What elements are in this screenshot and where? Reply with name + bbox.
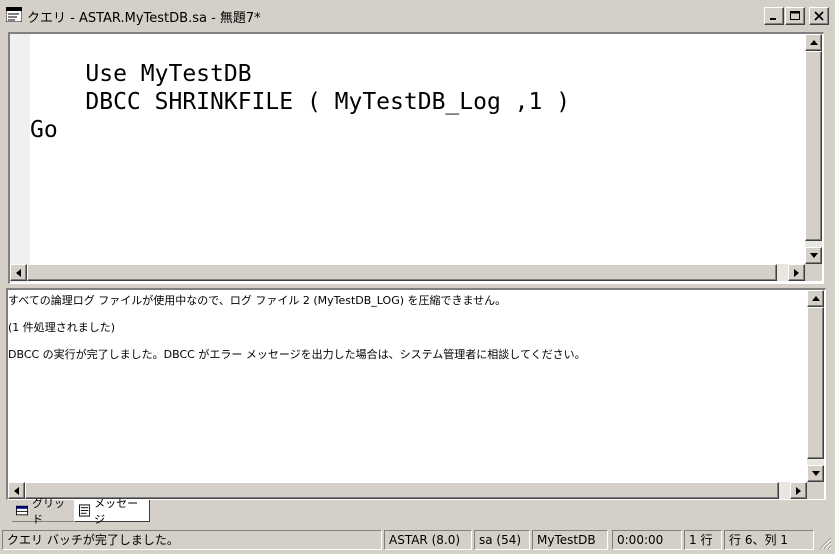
query-app-icon (6, 7, 22, 22)
window-title: クエリ - ASTAR.MyTestDB.sa - 無題7* (27, 11, 261, 26)
arrow-left-icon (14, 486, 19, 495)
scroll-left-button[interactable] (8, 482, 25, 499)
status-position: 行 6、列 1 (724, 530, 814, 550)
status-user: sa (54) (474, 530, 530, 550)
editor-horizontal-scrollbar[interactable] (10, 264, 805, 281)
scrollbar-corner (805, 264, 822, 281)
tab-grid-label: グリッド (32, 496, 66, 526)
code-line: Use MyTestDB (30, 61, 252, 87)
arrow-up-icon (811, 296, 820, 301)
results-vertical-scrollbar[interactable] (807, 290, 824, 482)
tab-messages[interactable]: メッセージ (74, 497, 150, 526)
arrow-up-icon (809, 40, 818, 45)
arrow-left-icon (16, 268, 21, 277)
minimize-button[interactable] (764, 7, 784, 25)
arrow-right-icon (796, 486, 801, 495)
result-tabs: グリッド メッセージ (8, 497, 308, 526)
editor-vertical-scrollbar[interactable] (805, 34, 822, 264)
tab-grid[interactable]: グリッド (12, 497, 74, 526)
status-server: ASTAR (8.0) (384, 530, 472, 550)
status-message: クエリ バッチが完了しました。 (2, 530, 382, 550)
scrollbar-corner (807, 482, 824, 499)
scroll-right-button[interactable] (790, 482, 807, 499)
scroll-up-button[interactable] (807, 290, 824, 307)
grid-icon (16, 505, 29, 516)
scroll-thumb[interactable] (807, 307, 824, 459)
resize-grip-icon[interactable] (818, 536, 832, 550)
scroll-thumb[interactable] (27, 264, 777, 281)
scroll-left-button[interactable] (10, 264, 27, 281)
message-line: DBCC の実行が完了しました。DBCC がエラー メッセージを出力した場合は、… (8, 348, 586, 361)
title-bar[interactable]: クエリ - ASTAR.MyTestDB.sa - 無題7* (0, 0, 835, 30)
maximize-button[interactable] (785, 7, 805, 25)
status-database: MyTestDB (532, 530, 608, 550)
status-rows: 1 行 (684, 530, 722, 550)
arrow-down-icon (811, 471, 820, 476)
message-line: すべての論理ログ ファイルが使用中なので、ログ ファイル 2 (MyTestDB… (8, 294, 507, 307)
arrow-down-icon (809, 253, 818, 258)
code-line: DBCC SHRINKFILE ( MyTestDB_Log ,1 ) (30, 89, 571, 115)
close-icon (814, 11, 824, 21)
scroll-right-button[interactable] (788, 264, 805, 281)
scroll-down-button[interactable] (805, 247, 822, 264)
query-editor[interactable]: Use MyTestDB DBCC SHRINKFILE ( MyTestDB_… (8, 32, 824, 284)
message-icon (79, 504, 91, 517)
arrow-right-icon (794, 268, 799, 277)
code-line: Go (30, 117, 58, 143)
status-bar: クエリ バッチが完了しました。 ASTAR (8.0) sa (54) MyTe… (0, 528, 835, 552)
scroll-down-button[interactable] (807, 465, 824, 482)
editor-gutter (10, 34, 30, 283)
minimize-icon (770, 18, 776, 20)
tab-messages-label: メッセージ (94, 496, 139, 526)
maximize-icon (790, 11, 800, 20)
message-line: (1 件処理されました) (8, 321, 116, 334)
close-button[interactable] (809, 7, 829, 25)
scroll-thumb[interactable] (805, 51, 822, 241)
results-pane[interactable]: すべての論理ログ ファイルが使用中なので、ログ ファイル 2 (MyTestDB… (6, 288, 826, 500)
scroll-up-button[interactable] (805, 34, 822, 51)
status-elapsed: 0:00:00 (612, 530, 682, 550)
query-window: クエリ - ASTAR.MyTestDB.sa - 無題7* Use MyTes… (0, 0, 835, 554)
